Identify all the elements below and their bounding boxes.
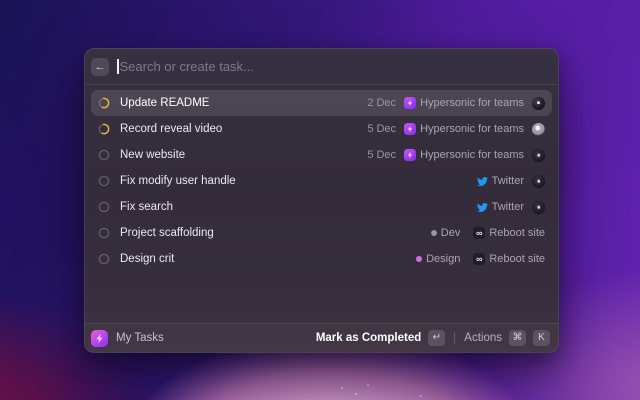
label-name: Dev (441, 227, 461, 239)
task-meta: Design ∞ Reboot site (416, 253, 545, 265)
footer-context: My Tasks (91, 330, 164, 347)
task-row[interactable]: Fix modify user handle Twitter (91, 168, 552, 194)
label-chip[interactable]: Design (416, 253, 460, 265)
label-name: Design (426, 253, 460, 265)
text-caret (117, 59, 119, 74)
site-name: Reboot site (489, 253, 545, 265)
project-name: Hypersonic for teams (420, 149, 524, 161)
desktop-background: ← Search or create task... Update README… (0, 0, 640, 400)
task-row[interactable]: Record reveal video 5 Dec Hypersonic for … (91, 116, 552, 142)
twitter-chip[interactable]: Twitter (477, 175, 524, 187)
task-status-icon[interactable] (98, 175, 110, 187)
task-meta: Twitter (477, 201, 545, 214)
hypersonic-bolt-icon (404, 123, 416, 135)
task-title: Design crit (120, 253, 174, 265)
sparkle-dot (355, 393, 357, 395)
task-meta: 2 Dec Hypersonic for teams (367, 97, 545, 110)
hypersonic-bolt-icon (404, 97, 416, 109)
actions-button[interactable]: Actions (464, 332, 502, 344)
mark-completed-button[interactable]: Mark as Completed (316, 332, 421, 344)
task-status-icon[interactable] (98, 149, 110, 161)
search-bar: ← Search or create task... (85, 49, 558, 85)
source-name: Twitter (492, 175, 524, 187)
task-status-icon[interactable] (98, 201, 110, 213)
back-arrow-icon: ← (95, 61, 106, 73)
task-row[interactable]: Fix search Twitter (91, 194, 552, 220)
task-due-date: 2 Dec (367, 97, 396, 109)
enter-key-badge: ↵ (428, 330, 445, 346)
task-status-icon[interactable] (98, 253, 110, 265)
task-due-date: 5 Dec (367, 123, 396, 135)
task-title: Update README (120, 97, 209, 109)
task-row[interactable]: Update README 2 Dec Hypersonic for teams (91, 90, 552, 116)
footer-divider (454, 332, 455, 344)
task-meta: 5 Dec Hypersonic for teams (367, 123, 545, 136)
search-placeholder: Search or create task... (120, 59, 254, 74)
twitter-bird-icon (477, 202, 488, 213)
task-status-icon[interactable] (98, 227, 110, 239)
footer-bar: My Tasks Mark as Completed ↵ Actions ⌘ K (85, 323, 558, 352)
task-title: Fix modify user handle (120, 175, 236, 187)
task-meta: Dev ∞ Reboot site (431, 227, 545, 239)
site-name: Reboot site (489, 227, 545, 239)
task-palette-window: ← Search or create task... Update README… (84, 48, 559, 353)
sparkle-dot (367, 384, 369, 386)
task-title: Fix search (120, 201, 173, 213)
task-list: Update README 2 DecHypersonic for teams … (85, 85, 558, 323)
sparkle-dot (420, 395, 422, 397)
cmd-key-badge: ⌘ (509, 330, 526, 346)
project-chip[interactable]: Hypersonic for teams (404, 149, 524, 161)
task-meta: Twitter (477, 175, 545, 188)
task-due-date: 5 Dec (367, 149, 396, 161)
assignee-avatar[interactable] (532, 201, 545, 214)
project-name: Hypersonic for teams (420, 97, 524, 109)
assignee-avatar[interactable] (532, 175, 545, 188)
search-input[interactable]: Search or create task... (117, 49, 548, 84)
task-row[interactable]: Design crit Design ∞ Reboot site (91, 246, 552, 272)
infinity-site-icon: ∞ (473, 253, 485, 265)
infinity-site-icon: ∞ (473, 227, 485, 239)
project-chip[interactable]: Hypersonic for teams (404, 97, 524, 109)
source-name: Twitter (492, 201, 524, 213)
my-tasks-app-icon (91, 330, 108, 347)
site-chip[interactable]: ∞ Reboot site (473, 227, 545, 239)
site-chip[interactable]: ∞ Reboot site (473, 253, 545, 265)
footer-context-label: My Tasks (116, 332, 164, 344)
label-dot (431, 230, 437, 236)
label-chip[interactable]: Dev (431, 227, 461, 239)
assignee-avatar[interactable] (532, 149, 545, 162)
project-chip[interactable]: Hypersonic for teams (404, 123, 524, 135)
sparkle-dot (341, 387, 343, 389)
footer-actions: Mark as Completed ↵ Actions ⌘ K (316, 330, 550, 346)
task-status-icon[interactable] (98, 123, 110, 135)
assignee-avatar[interactable] (532, 123, 545, 136)
project-name: Hypersonic for teams (420, 123, 524, 135)
task-row[interactable]: New website 5 Dec Hypersonic for teams (91, 142, 552, 168)
hypersonic-bolt-icon (404, 149, 416, 161)
task-title: New website (120, 149, 185, 161)
assignee-avatar[interactable] (532, 97, 545, 110)
task-status-icon[interactable] (98, 97, 110, 109)
task-meta: 5 Dec Hypersonic for teams (367, 149, 545, 162)
task-row[interactable]: Project scaffolding Dev ∞ Reboot site (91, 220, 552, 246)
k-key-badge: K (533, 330, 550, 346)
label-dot (416, 256, 422, 262)
twitter-chip[interactable]: Twitter (477, 201, 524, 213)
task-title: Project scaffolding (120, 227, 214, 239)
task-title: Record reveal video (120, 123, 222, 135)
back-button[interactable]: ← (91, 58, 109, 76)
twitter-bird-icon (477, 176, 488, 187)
